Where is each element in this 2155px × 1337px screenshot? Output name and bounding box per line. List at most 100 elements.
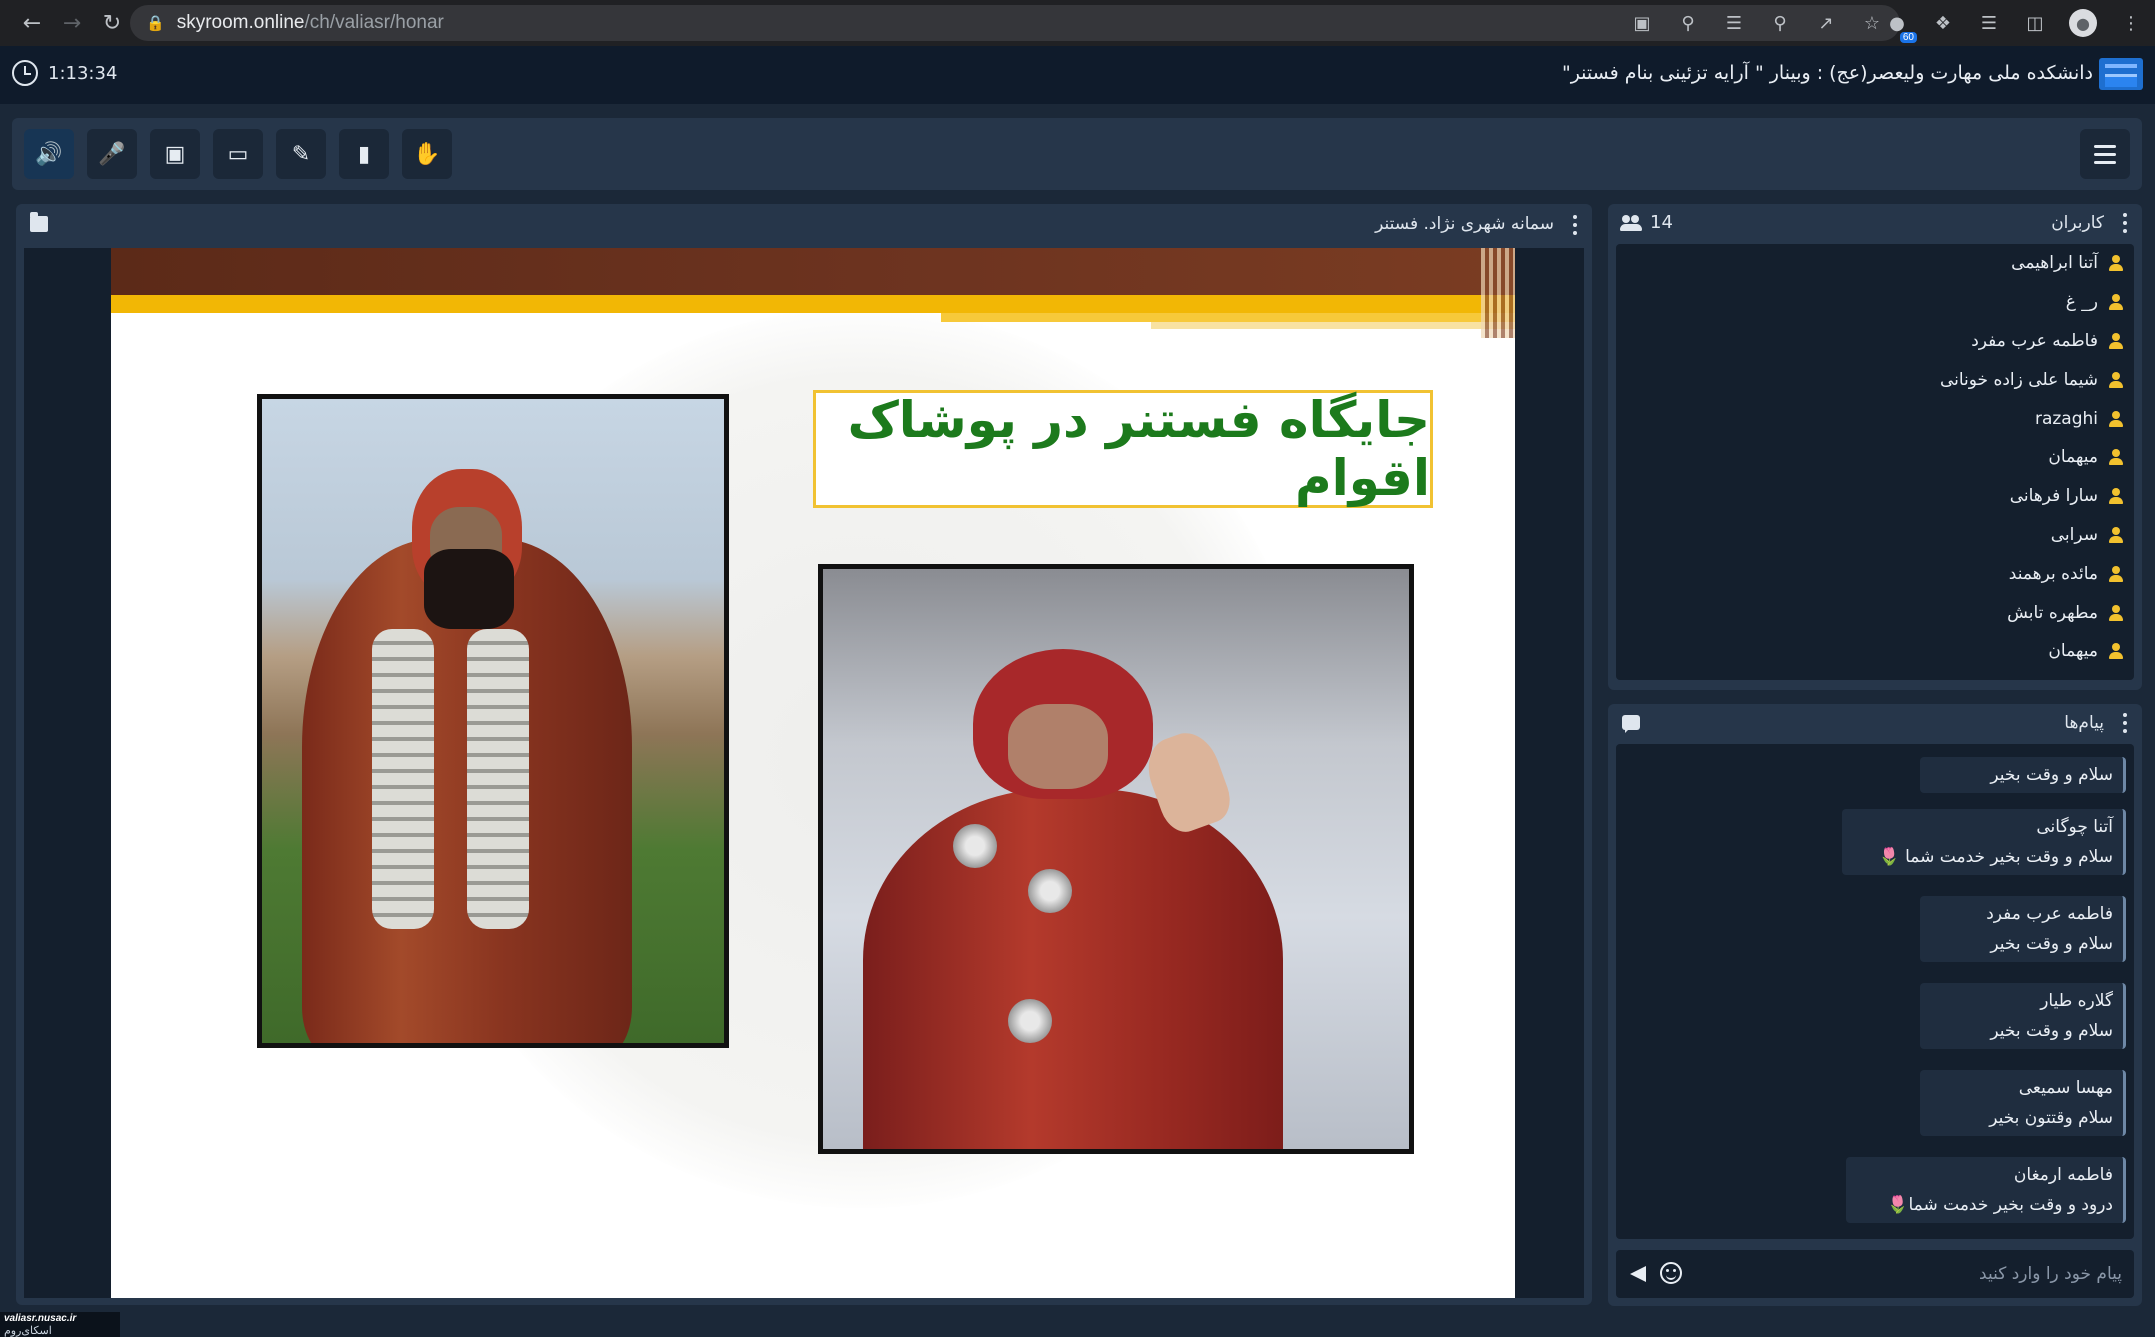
user-icon [2108,526,2124,543]
watermark-site: valiasr.nusac.ir [4,1313,77,1324]
camera-button[interactable]: ▣ [150,129,200,179]
message-sender: فاطمه عرب مفرد [1986,904,2113,924]
message-text: سلام و وقت بخیر [1990,1021,2113,1041]
zoom-icon[interactable]: ⚲ [1768,11,1792,35]
files-button[interactable]: ▮ [339,129,389,179]
users-count: 14 [1620,212,1673,233]
send-icon[interactable] [1630,1266,1646,1282]
presentation-header: سمانه شهری نژاد. فستنر [16,204,1592,246]
camera-blocked-icon[interactable]: ▣ [1630,11,1654,35]
user-icon [2108,604,2124,621]
user-item[interactable]: فاطمه عرب مفرد [1616,322,2134,361]
translate-icon[interactable]: ☰ [1722,11,1746,35]
camera-off-icon: ▣ [164,141,186,167]
user-item[interactable]: میهمان [1616,438,2134,477]
reload-icon[interactable]: ↻ [92,3,132,43]
users-panel: 14 کاربران آتنا ابراهیمی ر_ غ فاطمه عرب … [1608,204,2142,690]
messages-list[interactable]: سلام و وقت بخیر آتنا چوگانی سلام و وقت ب… [1616,744,2134,1239]
message-text: درود و وقت بخیر خدمت شما🌷 [1887,1195,2113,1215]
back-icon[interactable]: ← [12,3,52,43]
folder-icon[interactable] [30,212,48,232]
user-item[interactable]: آتنا ابراهیمی [1616,244,2134,283]
slide-heading-box: جایگاه فستنر در پوشاک اقوام [813,390,1433,508]
user-item[interactable]: razaghi [1616,399,2134,438]
message-item: فاطمه ارمغان درود و وقت بخیر خدمت شما🌷 [1846,1157,2126,1223]
messages-options-icon[interactable] [2122,713,2128,733]
message-sender: گلاره طیار [2040,991,2113,1011]
microphone-off-icon: 🎤 [98,141,126,167]
user-icon [2108,294,2124,311]
users-panel-title: کاربران [2051,213,2104,233]
screen-share-button[interactable]: ▭ [213,129,263,179]
key-icon[interactable]: ⚲ [1676,11,1700,35]
user-item[interactable]: مطهره تابش [1616,593,2134,632]
hamburger-menu-button[interactable] [2080,129,2130,179]
user-icon [2108,449,2124,466]
puzzle-icon[interactable]: ❖ [1931,11,1955,35]
users-options-icon[interactable] [2122,213,2128,233]
hand-icon: ✋ [413,141,441,167]
message-item: مهسا سمیعی سلام وقتتون بخیر [1920,1070,2126,1136]
user-icon [2108,255,2124,272]
extension-icon[interactable]: ● 60 [1885,11,1917,43]
message-input[interactable] [1696,1256,2122,1292]
user-icon [2108,410,2124,427]
users-list[interactable]: آتنا ابراهیمی ر_ غ فاطمه عرب مفرد شیما ع… [1616,244,2134,680]
timer-text: 1:13:34 [48,62,118,84]
message-sender: آتنا چوگانی [2036,817,2113,837]
users-count-value: 14 [1650,212,1673,233]
whiteboard-button[interactable]: ✎ [276,129,326,179]
profile-avatar[interactable]: ● [2069,9,2097,37]
media-queue-icon[interactable]: ☰ [1977,11,2001,35]
slide-heading: جایگاه فستنر در پوشاک اقوام [847,391,1430,507]
messages-panel: پیام‌ها سلام و وقت بخیر آتنا چوگانی سلام… [1608,704,2142,1306]
message-text: سلام و وقت بخیر خدمت شما 🌷 [1878,847,2113,867]
chat-icon [1622,715,1640,733]
microphone-button[interactable]: 🎤 [87,129,137,179]
watermark: valiasr.nusac.ir اسکای‌روم [0,1312,120,1337]
message-text: سلام وقتتون بخیر [1989,1108,2113,1128]
message-text: سلام و وقت بخیر [1990,934,2113,954]
session-timer: 1:13:34 [12,60,117,86]
message-item: آتنا چوگانی سلام و وقت بخیر خدمت شما 🌷 [1842,809,2126,875]
app-header: 1:13:34 دانشکده ملی مهارت ولیعصر(عج) : و… [0,46,2155,104]
user-item[interactable]: سارا فرهانی [1616,477,2134,516]
user-item[interactable]: میهمان [1616,632,2134,671]
clock-icon [12,60,38,86]
side-panel-icon[interactable]: ◫ [2023,11,2047,35]
user-icon [2108,643,2124,660]
presentation-options-icon[interactable] [1572,215,1578,235]
speaker-icon: 🔊 [35,141,63,167]
message-composer [1616,1250,2134,1298]
speaker-button[interactable]: 🔊 [24,129,74,179]
browser-toolbar: ← → ↻ 🔒 skyroom.online/ch/valiasr/honar … [0,0,2155,46]
presentation-stage: جایگاه فستنر در پوشاک اقوام [24,248,1584,1298]
brush-icon: ✎ [291,141,311,167]
photo-woman-red-costume [818,564,1414,1154]
watermark-brand: اسکای‌روم [4,1325,52,1337]
user-item[interactable]: سرابی [1616,516,2134,555]
message-item: گلاره طیار سلام و وقت بخیر [1920,983,2126,1049]
presentation-title: سمانه شهری نژاد. فستنر [1375,214,1554,234]
photo-woman-coin-costume [257,394,729,1048]
browser-menu-icon[interactable]: ⋮ [2119,11,2143,35]
user-icon [2108,371,2124,388]
bookmark-star-icon[interactable]: ☆ [1860,11,1884,35]
presentation-panel: سمانه شهری نژاد. فستنر جایگاه فستنر در پ… [16,204,1592,1305]
user-item[interactable]: شیما علی زاده خونانی [1616,360,2134,399]
people-icon [1620,214,1642,231]
raise-hand-button[interactable]: ✋ [402,129,452,179]
address-bar[interactable]: 🔒 skyroom.online/ch/valiasr/honar ▣ ⚲ ☰ … [130,5,1900,41]
screen-share-icon: ▭ [227,141,249,167]
user-item[interactable]: مائده برهمند [1616,554,2134,593]
url-host: skyroom.online [176,12,305,33]
forward-icon[interactable]: → [52,3,92,43]
user-item[interactable]: ر_ غ [1616,283,2134,322]
folder-icon: ▮ [357,141,371,167]
organization-logo [2099,58,2143,90]
share-icon[interactable]: ↗ [1814,11,1838,35]
messages-panel-title: پیام‌ها [2064,713,2104,733]
url-path: /ch/valiasr/honar [304,12,444,33]
emoji-icon[interactable] [1660,1262,1682,1284]
message-item: سلام و وقت بخیر [1920,757,2126,793]
